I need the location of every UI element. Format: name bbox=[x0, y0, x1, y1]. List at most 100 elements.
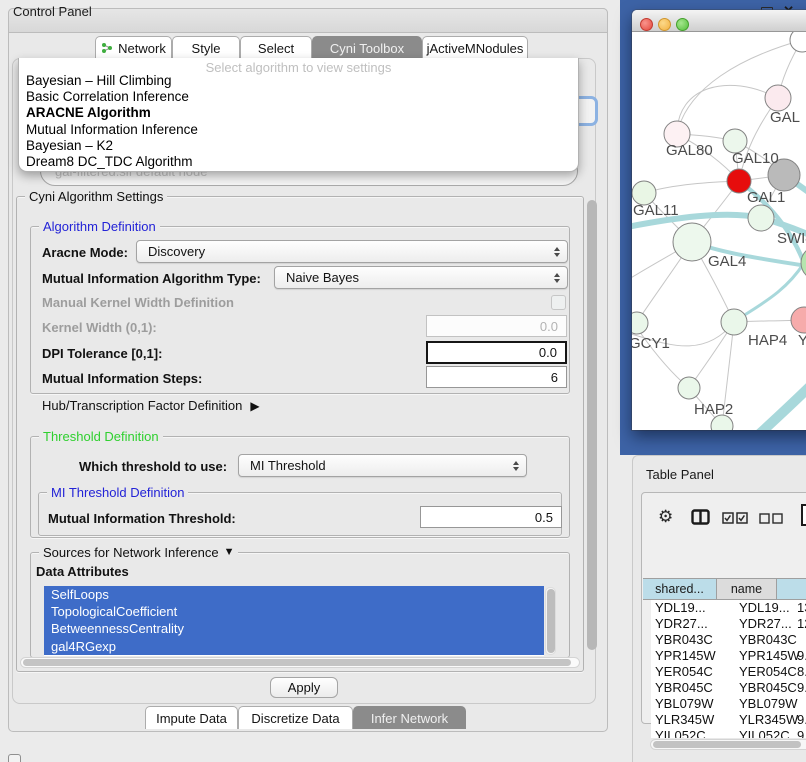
cell: YPR145W bbox=[739, 648, 800, 664]
dropdown-item[interactable]: Bayesian – Hill Climbing bbox=[19, 73, 578, 89]
kernel-width-field[interactable]: 0.0 bbox=[426, 315, 567, 337]
cell: 13 bbox=[797, 600, 806, 616]
attributes-scrollbar[interactable] bbox=[545, 587, 556, 655]
attributes-scrollbar-thumb[interactable] bbox=[547, 589, 555, 653]
table-row[interactable]: YIL052CYIL052C9 bbox=[651, 728, 806, 738]
sources-title[interactable]: Sources for Network Inference ▼ bbox=[39, 545, 238, 560]
dropdown-item[interactable]: Bayesian – K2 bbox=[19, 138, 578, 154]
corner-widget-icon[interactable] bbox=[8, 754, 21, 762]
dropdown-item[interactable]: Basic Correlation Inference bbox=[19, 89, 578, 105]
table-row[interactable]: YLR345WYLR345W9. bbox=[651, 712, 806, 728]
mi-steps-label: Mutual Information Steps: bbox=[42, 371, 202, 386]
settings-scrollbar-thumb[interactable] bbox=[587, 200, 597, 650]
aracne-mode-combobox[interactable]: Discovery bbox=[136, 240, 568, 263]
dpi-tolerance-field[interactable]: 0.0 bbox=[426, 341, 567, 364]
node-unlabeled[interactable] bbox=[790, 32, 806, 52]
table-hscrollbar[interactable] bbox=[650, 739, 806, 750]
tab-cyni-toolbox[interactable]: Cyni Toolbox bbox=[312, 36, 422, 59]
column-header-third[interactable] bbox=[777, 578, 806, 600]
table-hscrollbar-thumb[interactable] bbox=[653, 741, 801, 748]
node-hap4[interactable] bbox=[721, 309, 747, 335]
network-canvas[interactable]: GAL GAL80 GAL10 GAL1 GAL11 SWI4 GAL4 GCY… bbox=[632, 32, 806, 430]
settings-hscrollbar-thumb[interactable] bbox=[23, 659, 571, 666]
table-panel: Table Panel ⚙ shared... name YDL19...YDL… bbox=[632, 455, 806, 762]
cell: YDL19... bbox=[739, 600, 790, 616]
control-panel-title: Control Panel bbox=[13, 4, 92, 19]
network-window-titlebar[interactable] bbox=[632, 10, 806, 32]
stepper-icon bbox=[554, 273, 560, 283]
node-gcy1[interactable] bbox=[632, 312, 648, 334]
hub-section-toggle[interactable]: Hub/Transcription Factor Definition ▶ bbox=[42, 398, 260, 413]
node-label: HAP4 bbox=[748, 332, 787, 349]
cell: YIL052C bbox=[739, 728, 790, 738]
mi-threshold-field[interactable]: 0.5 bbox=[420, 506, 562, 528]
gear-icon[interactable]: ⚙ bbox=[658, 507, 673, 527]
node-green-highlight[interactable] bbox=[801, 246, 806, 280]
table-row[interactable]: YBR043C YBR043C bbox=[651, 632, 806, 648]
tab-jactivemnodules[interactable]: jActiveMNodules bbox=[422, 36, 528, 59]
which-threshold-combobox[interactable]: MI Threshold bbox=[238, 454, 527, 477]
manual-kernel-checkbox[interactable] bbox=[551, 295, 566, 310]
mi-type-value: Naive Bayes bbox=[286, 270, 359, 285]
node-salmon[interactable] bbox=[791, 307, 806, 333]
aracne-mode-label: Aracne Mode: bbox=[42, 245, 128, 260]
dropdown-item[interactable]: Mutual Information Inference bbox=[19, 122, 578, 138]
table-row[interactable]: YBL079WYBL079W bbox=[651, 696, 806, 712]
attribute-item[interactable]: TopologicalCoefficient bbox=[44, 603, 544, 620]
node-label: HAP2 bbox=[694, 401, 733, 418]
attribute-item[interactable]: BetweennessCentrality bbox=[44, 620, 544, 637]
mi-type-combobox[interactable]: Naive Bayes bbox=[274, 266, 568, 289]
cell: YBR045C bbox=[739, 680, 797, 696]
network-graph[interactable]: GAL GAL80 GAL10 GAL1 GAL11 SWI4 GAL4 GCY… bbox=[632, 32, 806, 430]
zoom-traffic-light-icon[interactable] bbox=[676, 18, 689, 31]
tab-network[interactable]: Network bbox=[95, 36, 172, 59]
columns-icon[interactable] bbox=[691, 509, 710, 525]
table-row[interactable]: YDR27...YDR27...12 bbox=[651, 616, 806, 632]
column-header-name[interactable]: name bbox=[717, 578, 777, 600]
cell: YIL052C bbox=[655, 728, 706, 738]
attribute-item[interactable]: gal4RGexp bbox=[44, 638, 544, 655]
table-box: ⚙ shared... name YDL19...YDL19...13 YDR2… bbox=[641, 492, 806, 724]
table-row[interactable]: YDL19...YDL19...13 bbox=[651, 600, 806, 616]
column-header-shared[interactable]: shared... bbox=[643, 578, 717, 600]
cell: YPR145W bbox=[655, 648, 716, 664]
network-window[interactable]: GAL GAL80 GAL10 GAL1 GAL11 SWI4 GAL4 GCY… bbox=[632, 10, 806, 430]
tab-discretize-data[interactable]: Discretize Data bbox=[238, 706, 353, 729]
data-attributes-list[interactable]: SelfLoops TopologicalCoefficient Between… bbox=[44, 586, 544, 656]
control-panel-titlebar bbox=[8, 8, 608, 33]
node-gal4[interactable] bbox=[673, 223, 711, 261]
new-table-icon[interactable] bbox=[800, 503, 806, 527]
apply-button[interactable]: Apply bbox=[270, 677, 338, 698]
cyni-settings-title: Cyni Algorithm Settings bbox=[25, 189, 167, 204]
dropdown-item[interactable]: Dream8 DC_TDC Algorithm bbox=[19, 154, 578, 170]
cell: 12 bbox=[797, 616, 806, 632]
tab-label: Network bbox=[118, 41, 166, 56]
settings-hscrollbar[interactable] bbox=[20, 657, 580, 668]
node-hap2[interactable] bbox=[678, 377, 700, 399]
dropdown-item-selected[interactable]: ARACNE Algorithm bbox=[19, 105, 578, 121]
node-swi4[interactable] bbox=[748, 205, 774, 231]
select-all-checkboxes-icon[interactable] bbox=[722, 512, 749, 524]
minimize-traffic-light-icon[interactable] bbox=[658, 18, 671, 31]
cell: YBR043C bbox=[655, 632, 713, 648]
node-gal-pink[interactable] bbox=[765, 85, 791, 111]
table-row[interactable]: YPR145WYPR145W9. bbox=[651, 648, 806, 664]
settings-scrollbar[interactable] bbox=[586, 198, 598, 668]
attribute-item[interactable]: SelfLoops bbox=[44, 586, 544, 603]
tab-style[interactable]: Style bbox=[172, 36, 240, 59]
tab-select[interactable]: Select bbox=[240, 36, 312, 59]
screen: Control Panel ✕ Network Style Select Cyn… bbox=[0, 0, 806, 762]
close-traffic-light-icon[interactable] bbox=[640, 18, 653, 31]
table-row[interactable]: YBR045CYBR045C9. bbox=[651, 680, 806, 696]
cell: 8. bbox=[797, 664, 806, 680]
node-label: GAL1 bbox=[747, 189, 785, 206]
which-threshold-label: Which threshold to use: bbox=[79, 459, 227, 474]
cell: YBR043C bbox=[739, 632, 797, 648]
kernel-width-label: Kernel Width (0,1): bbox=[42, 320, 157, 335]
mi-steps-field[interactable]: 6 bbox=[426, 366, 567, 388]
cell: YLR345W bbox=[739, 712, 798, 728]
deselect-all-checkboxes-icon[interactable] bbox=[759, 513, 784, 524]
tab-infer-network[interactable]: Infer Network bbox=[353, 706, 466, 729]
table-row[interactable]: YER054CYER054C8. bbox=[651, 664, 806, 680]
tab-impute-data[interactable]: Impute Data bbox=[145, 706, 238, 729]
